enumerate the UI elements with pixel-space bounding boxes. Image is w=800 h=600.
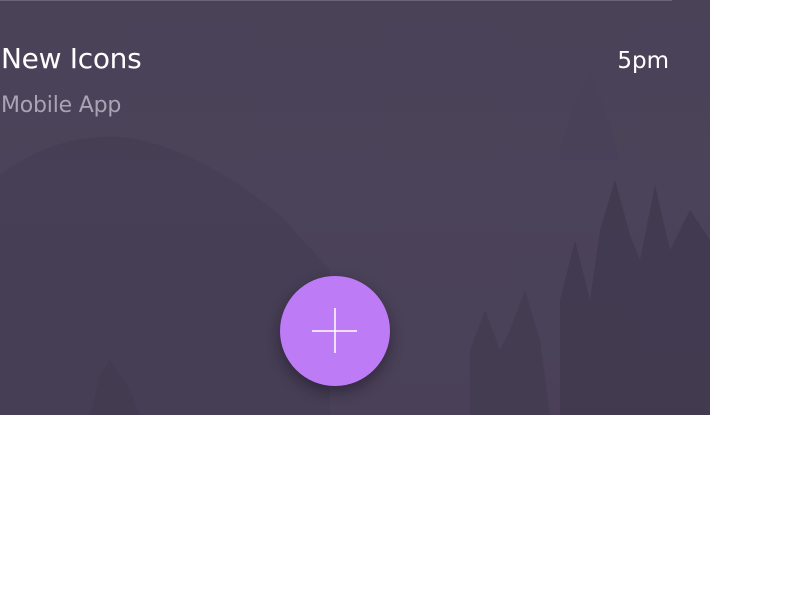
add-button[interactable] [280,276,390,386]
card-title: New Icons [1,42,142,75]
card-subtitle: Mobile App [1,93,122,118]
card-time: 5pm [617,48,669,74]
top-divider [0,0,672,1]
plus-icon [312,308,357,353]
